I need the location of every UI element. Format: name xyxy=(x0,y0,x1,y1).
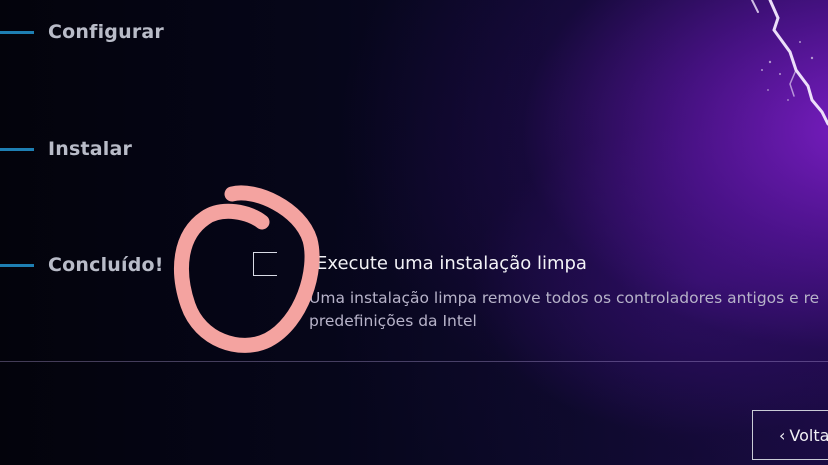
installer-window: Configurar Instalar Concluído! Execute u… xyxy=(0,0,828,465)
step-label: Configurar xyxy=(48,21,164,43)
step-configurar: Configurar xyxy=(0,17,164,47)
step-instalar: Instalar xyxy=(0,134,132,164)
step-indicator xyxy=(0,30,34,34)
back-button-label: Volta xyxy=(789,425,828,445)
description-line: predefinições da Intel xyxy=(309,312,477,330)
step-concluido: Concluído! xyxy=(0,250,164,280)
clean-install-description: Uma instalação limpa remove todos os con… xyxy=(309,287,828,333)
chevron-left-icon: ‹ xyxy=(779,425,786,445)
clean-install-title[interactable]: Execute uma instalação limpa xyxy=(316,253,587,274)
footer-divider xyxy=(0,361,828,362)
hand-drawn-circle-annotation xyxy=(174,185,320,353)
description-line: Uma instalação limpa remove todos os con… xyxy=(309,289,820,307)
step-label: Concluído! xyxy=(48,254,164,276)
lightning-decoration xyxy=(751,0,828,126)
step-indicator xyxy=(0,263,34,267)
step-indicator xyxy=(0,147,34,151)
clean-install-checkbox[interactable] xyxy=(253,252,277,276)
step-label: Instalar xyxy=(48,138,133,160)
back-button[interactable]: ‹ Volta xyxy=(752,410,828,460)
